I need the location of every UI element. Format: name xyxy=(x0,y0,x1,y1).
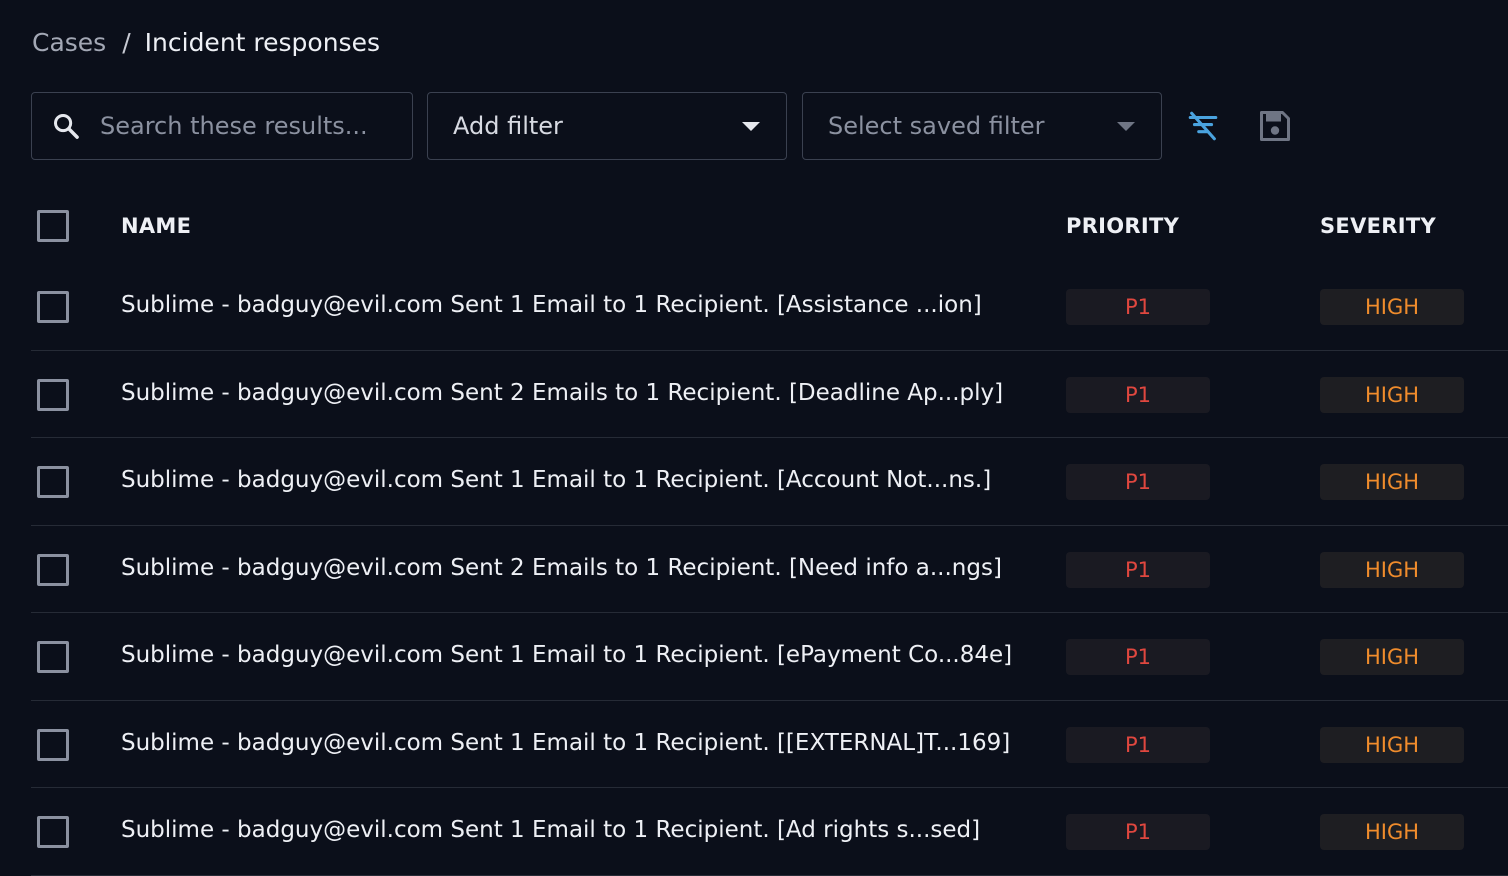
table-row[interactable]: Sublime - badguy@evil.com Sent 2 Emails … xyxy=(31,351,1508,438)
breadcrumb-separator: / xyxy=(122,28,131,57)
severity-badge: HIGH xyxy=(1320,464,1464,500)
column-header-priority[interactable]: PRIORITY xyxy=(1066,214,1179,238)
column-header-severity[interactable]: SEVERITY xyxy=(1320,214,1436,238)
table-row[interactable]: Sublime - badguy@evil.com Sent 1 Email t… xyxy=(31,701,1508,788)
row-checkbox[interactable] xyxy=(37,728,69,761)
add-filter-dropdown[interactable]: Add filter xyxy=(427,92,787,160)
table-row[interactable]: Sublime - badguy@evil.com Sent 1 Email t… xyxy=(31,263,1508,351)
table-row[interactable]: Sublime - badguy@evil.com Sent 1 Email t… xyxy=(31,613,1508,701)
row-checkbox[interactable] xyxy=(37,641,69,673)
add-filter-label: Add filter xyxy=(453,112,563,140)
severity-badge: HIGH xyxy=(1320,551,1464,588)
search-box[interactable] xyxy=(31,92,413,160)
search-input[interactable] xyxy=(100,112,390,140)
severity-badge: HIGH xyxy=(1320,376,1464,413)
severity-badge: HIGH xyxy=(1320,726,1464,763)
column-header-name[interactable]: NAME xyxy=(121,214,191,238)
priority-badge: P1 xyxy=(1066,464,1210,500)
row-checkbox[interactable] xyxy=(37,553,69,586)
priority-badge: P1 xyxy=(1066,376,1210,413)
case-name-link[interactable]: Sublime - badguy@evil.com Sent 1 Email t… xyxy=(121,730,1010,756)
priority-badge: P1 xyxy=(1066,639,1210,675)
chevron-down-icon xyxy=(1117,121,1135,131)
priority-badge: P1 xyxy=(1066,289,1210,325)
filter-toolbar: Add filter Select saved filter xyxy=(31,92,1290,160)
severity-badge: HIGH xyxy=(1320,814,1464,850)
save-filter-button[interactable] xyxy=(1255,106,1295,146)
severity-badge: HIGH xyxy=(1320,289,1464,325)
row-checkbox[interactable] xyxy=(37,816,69,848)
severity-badge: HIGH xyxy=(1320,639,1464,675)
row-checkbox[interactable] xyxy=(37,378,69,411)
table-header: NAME PRIORITY SEVERITY xyxy=(31,192,1508,262)
chevron-down-icon xyxy=(742,121,760,131)
row-checkbox[interactable] xyxy=(37,466,69,498)
select-all-checkbox[interactable] xyxy=(37,210,69,242)
breadcrumb: Cases / Incident responses xyxy=(32,28,380,57)
table-row[interactable]: Sublime - badguy@evil.com Sent 1 Email t… xyxy=(31,438,1508,526)
page-title: Incident responses xyxy=(144,28,380,57)
saved-filter-placeholder: Select saved filter xyxy=(828,112,1045,140)
search-icon xyxy=(53,113,79,139)
priority-badge: P1 xyxy=(1066,726,1210,763)
case-name-link[interactable]: Sublime - badguy@evil.com Sent 1 Email t… xyxy=(121,292,982,318)
floppy-disk-icon xyxy=(1260,111,1290,141)
row-checkbox[interactable] xyxy=(37,291,69,323)
case-name-link[interactable]: Sublime - badguy@evil.com Sent 1 Email t… xyxy=(121,817,980,843)
case-name-link[interactable]: Sublime - badguy@evil.com Sent 1 Email t… xyxy=(121,467,991,493)
priority-badge: P1 xyxy=(1066,814,1210,850)
priority-badge: P1 xyxy=(1066,551,1210,588)
case-name-link[interactable]: Sublime - badguy@evil.com Sent 2 Emails … xyxy=(121,380,1003,406)
filter-off-icon xyxy=(1188,111,1218,141)
table-row[interactable]: Sublime - badguy@evil.com Sent 1 Email t… xyxy=(31,788,1508,876)
case-name-link[interactable]: Sublime - badguy@evil.com Sent 1 Email t… xyxy=(121,642,1012,668)
clear-filter-button[interactable] xyxy=(1183,106,1223,146)
saved-filter-dropdown[interactable]: Select saved filter xyxy=(802,92,1162,160)
table-row[interactable]: Sublime - badguy@evil.com Sent 2 Emails … xyxy=(31,526,1508,613)
breadcrumb-cases-link[interactable]: Cases xyxy=(32,28,106,57)
case-name-link[interactable]: Sublime - badguy@evil.com Sent 2 Emails … xyxy=(121,555,1002,581)
